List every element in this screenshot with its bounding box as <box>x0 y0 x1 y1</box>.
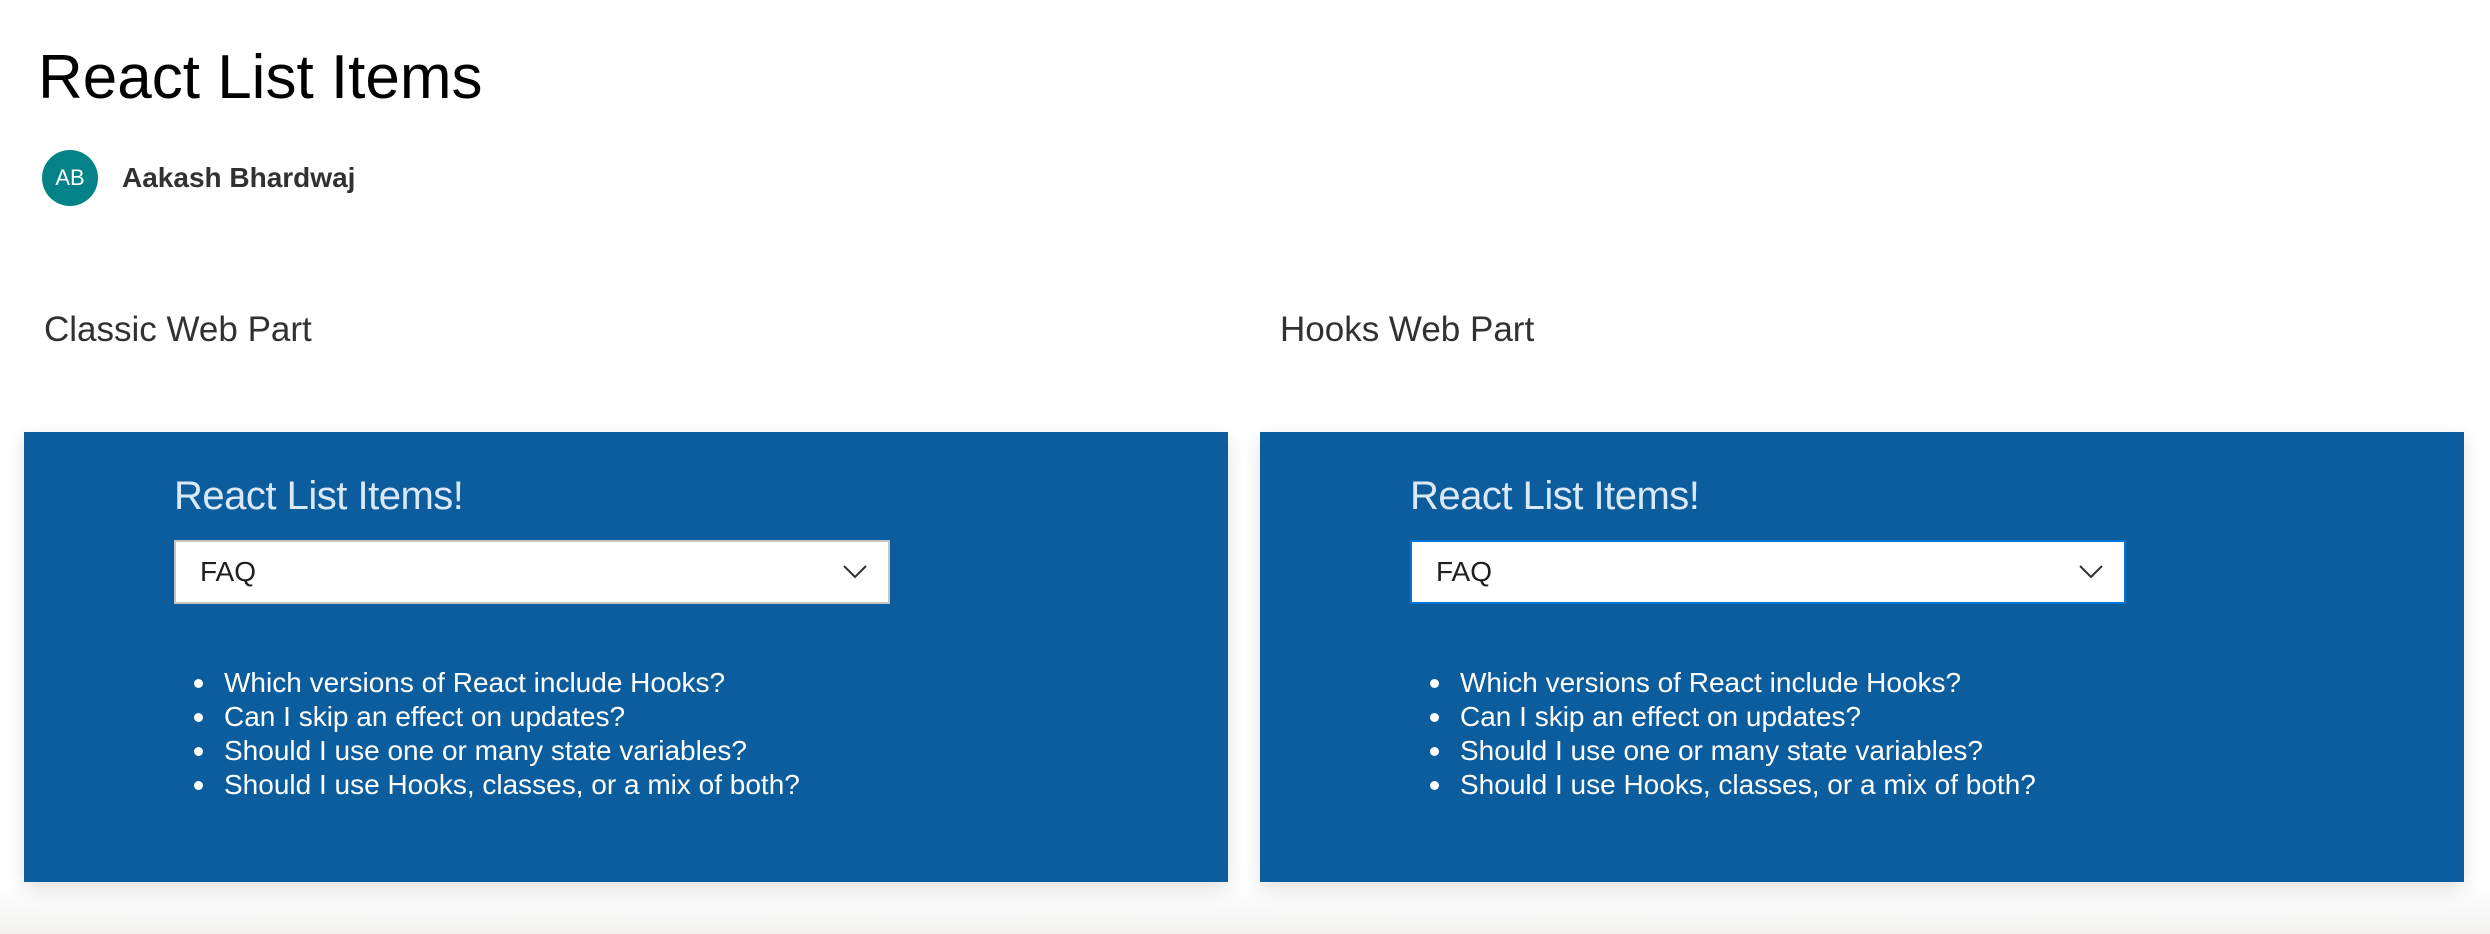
list-item: Should I use Hooks, classes, or a mix of… <box>1430 768 2464 802</box>
section-title-hooks: Hooks Web Part <box>1280 310 1535 349</box>
chevron-down-icon <box>843 565 867 579</box>
faq-list: Which versions of React include Hooks? C… <box>1410 666 2464 802</box>
page-bottom-fade <box>0 884 2490 934</box>
hooks-web-part: React List Items! FAQ Which versions of … <box>1260 432 2464 882</box>
section-title-classic: Classic Web Part <box>44 310 312 349</box>
avatar[interactable]: AB <box>42 150 98 206</box>
dropdown-selected-value: FAQ <box>1436 556 1493 587</box>
web-part-title: React List Items! <box>1410 474 1700 518</box>
list-item: Should I use one or many state variables… <box>194 734 1228 768</box>
list-item: Which versions of React include Hooks? <box>194 666 1228 700</box>
faq-list: Which versions of React include Hooks? C… <box>174 666 1228 802</box>
author-byline: AB Aakash Bhardwaj <box>42 150 355 206</box>
list-item: Can I skip an effect on updates? <box>1430 700 2464 734</box>
list-dropdown[interactable]: FAQ <box>1410 540 2126 604</box>
list-item: Should I use Hooks, classes, or a mix of… <box>194 768 1228 802</box>
list-item: Which versions of React include Hooks? <box>1430 666 2464 700</box>
dropdown-selected-value: FAQ <box>200 556 257 587</box>
list-item: Should I use one or many state variables… <box>1430 734 2464 768</box>
author-name[interactable]: Aakash Bhardwaj <box>122 162 355 194</box>
web-part-title: React List Items! <box>174 474 464 518</box>
list-dropdown[interactable]: FAQ <box>174 540 890 604</box>
chevron-down-icon <box>2079 565 2103 579</box>
list-item: Can I skip an effect on updates? <box>194 700 1228 734</box>
classic-web-part: React List Items! FAQ Which versions of … <box>24 432 1228 882</box>
page-title: React List Items <box>38 43 483 112</box>
